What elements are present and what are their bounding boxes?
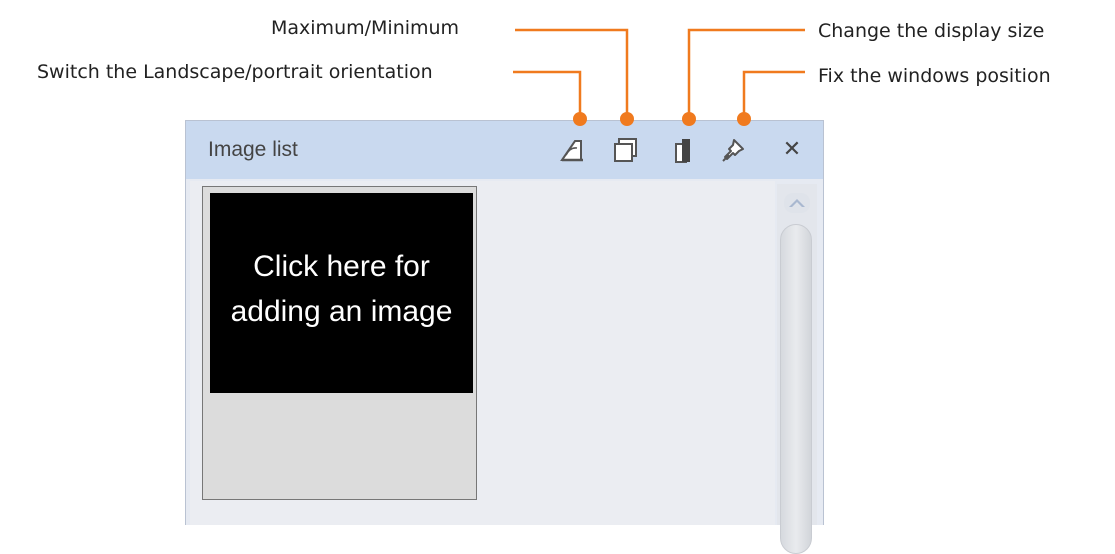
callout-maximum-minimum: Maximum/Minimum (271, 17, 460, 39)
callout-change-display-size: Change the display size (818, 20, 1045, 42)
callout-switch-orientation: Switch the Landscape/portrait orientatio… (37, 61, 433, 83)
panel-title: Image list (208, 138, 298, 161)
panel-titlebar: Image list ✕ (186, 121, 823, 179)
add-image-button[interactable]: Click here for adding an image (210, 193, 473, 393)
callout-fix-window-position: Fix the windows position (818, 65, 1051, 87)
display-size-icon[interactable] (668, 135, 698, 165)
add-image-label: Click here for adding an image (230, 250, 453, 328)
scroll-up-arrow-icon[interactable] (783, 192, 811, 214)
vertical-scrollbar[interactable] (777, 184, 817, 554)
scrollbar-thumb[interactable] (780, 224, 812, 554)
orientation-icon[interactable] (557, 135, 587, 165)
pin-icon[interactable] (718, 135, 748, 165)
image-list-content: Click here for adding an image (190, 181, 775, 525)
image-slot[interactable]: Click here for adding an image (202, 186, 477, 500)
maximize-minimize-icon[interactable] (611, 135, 641, 165)
close-icon[interactable]: ✕ (779, 137, 805, 163)
image-list-panel: Image list ✕ Click here for adding an im… (185, 120, 824, 554)
